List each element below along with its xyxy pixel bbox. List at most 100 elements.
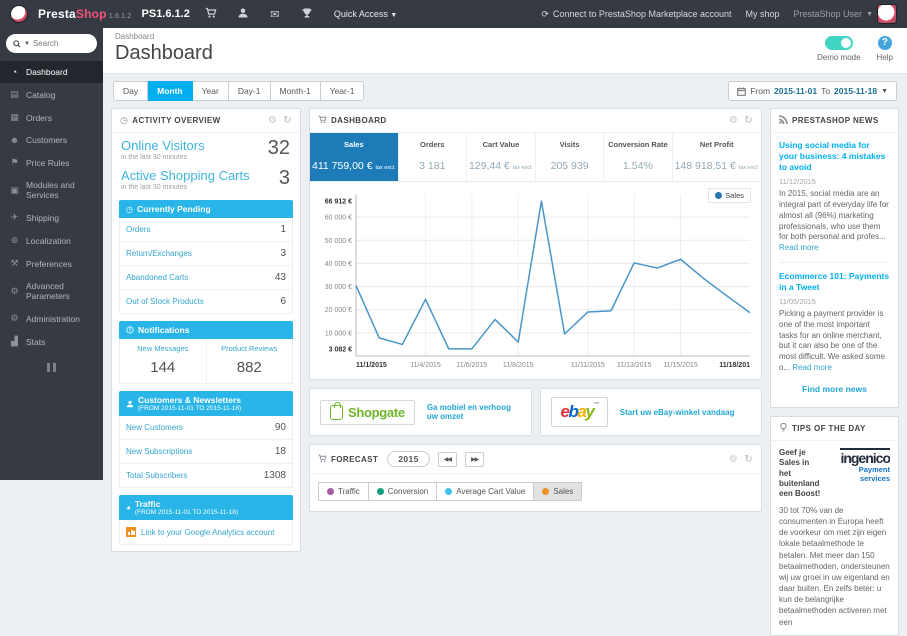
search-type-caret[interactable]: ▼ <box>24 41 30 47</box>
employee-icon[interactable] <box>232 7 254 22</box>
range-month-button[interactable]: Month <box>148 81 193 101</box>
help-icon[interactable]: ? <box>878 36 892 50</box>
kpi-orders[interactable]: Orders3 181 <box>399 133 467 181</box>
pending-row-orders: Orders1 <box>120 218 292 242</box>
article-title-link[interactable]: Ecommerce 101: Payments in a Tweet <box>779 271 890 293</box>
panel-refresh-icon[interactable]: ↻ <box>744 454 753 465</box>
sidebar-item-shipping[interactable]: ✈Shipping <box>0 206 103 229</box>
traffic-section: ◕ Traffic (FROM 2015-11-01 TO 2015-11-18… <box>119 495 293 545</box>
google-analytics-link[interactable]: Link to your Google Analytics account <box>119 520 293 545</box>
svg-text:30 000 €: 30 000 € <box>325 284 352 291</box>
date-range-picker[interactable]: From2015-11-01 To2015-11-18 ▼ <box>728 81 897 101</box>
demo-mode-toggle[interactable] <box>825 36 853 50</box>
kpi-net-profit[interactable]: Net Profit148 918,51 € tax excl. <box>673 133 761 181</box>
sidebar-item-advanced-parameters[interactable]: ⚙Advanced Parameters <box>0 275 103 307</box>
news-panel-title: PRESTASHOP NEWS <box>792 116 879 125</box>
active-carts-value: 3 <box>279 167 290 190</box>
sidebar-item-dashboard[interactable]: ◔Dashboard <box>0 61 103 83</box>
row-new-customers: New Customers90 <box>120 416 292 440</box>
sidebar-item-catalog[interactable]: ▤Catalog <box>0 83 103 106</box>
sidebar-item-localization[interactable]: ⊕Localization <box>0 229 103 252</box>
cart-icon[interactable] <box>200 7 222 22</box>
brand-shop: Shop <box>76 7 107 21</box>
forecast-legend-average-cart-value[interactable]: Average Cart Value <box>437 482 534 501</box>
product-reviews-link[interactable]: Product Reviews <box>209 344 291 353</box>
date-range-toolbar: Day Month Year Day-1 Month-1 Year-1 From… <box>103 74 907 106</box>
breadcrumb[interactable]: Dashboard <box>115 32 895 41</box>
dashboard-icon: ◔ <box>9 67 20 77</box>
search-input[interactable] <box>33 39 89 48</box>
activity-overview-panel: ◷ ACTIVITY OVERVIEW ⚙↻ Online Visitors i… <box>111 108 301 552</box>
forecast-prev-button[interactable]: ◀◀ <box>438 452 457 467</box>
user-menu[interactable]: PrestaShop User ▼ <box>794 4 897 24</box>
sidebar-item-modules[interactable]: ▣Modules and Services <box>0 174 103 206</box>
read-more-link[interactable]: Read more <box>792 363 832 372</box>
pending-row-abandoned-carts: Abandoned Carts43 <box>120 266 292 290</box>
panel-settings-icon[interactable]: ⚙ <box>268 115 277 126</box>
range-day-button[interactable]: Day <box>113 81 148 101</box>
panel-settings-icon[interactable]: ⚙ <box>729 454 738 465</box>
cogs-icon: ⚙ <box>9 286 20 297</box>
new-messages-link[interactable]: New Messages <box>122 344 204 353</box>
active-carts-metric: Active Shopping Carts in the last 30 min… <box>112 163 300 193</box>
forecast-legend-sales[interactable]: Sales <box>534 482 582 501</box>
quick-access-menu[interactable]: Quick Access ▼ <box>334 9 397 19</box>
my-shop-link[interactable]: My shop <box>746 9 780 19</box>
read-more-link[interactable]: Read more <box>779 243 819 252</box>
notifications-section: Notifications New Messages 144 Product R… <box>119 321 293 384</box>
sidebar-item-preferences[interactable]: ⚒Preferences <box>0 252 103 275</box>
tip-body: 30 tot 70% van de consumenten in Europa … <box>779 505 890 628</box>
find-more-news-link[interactable]: Find more news <box>779 384 890 394</box>
brand-presta: Presta <box>38 7 76 21</box>
forecast-legend-conversion[interactable]: Conversion <box>369 482 437 501</box>
sidebar-item-administration[interactable]: ⚙Administration <box>0 307 103 330</box>
panel-refresh-icon[interactable]: ↻ <box>283 115 292 126</box>
forecast-next-button[interactable]: ▶▶ <box>465 452 484 467</box>
forecast-legend-traffic[interactable]: Traffic <box>318 482 369 501</box>
kpi-sales[interactable]: Sales411 759,00 € tax excl. <box>310 133 399 181</box>
sidebar-item-orders[interactable]: ▦Orders <box>0 106 103 129</box>
sidebar-item-stats[interactable]: ▟Stats <box>0 330 103 353</box>
shopgate-link[interactable]: Ga mobiel en verhoog uw omzet <box>427 403 521 421</box>
online-visitors-link[interactable]: Online Visitors <box>121 138 291 153</box>
forecast-panel-title: FORECAST <box>331 455 378 464</box>
kpi-cart-value[interactable]: Cart Value129,44 € tax excl. <box>467 133 536 181</box>
svg-text:3 082 €: 3 082 € <box>329 346 352 353</box>
messages-icon[interactable]: ✉ <box>264 8 286 21</box>
sidebar-collapse-button[interactable] <box>42 363 62 372</box>
range-button-group: Day Month Year Day-1 Month-1 Year-1 <box>113 81 364 101</box>
range-month1-button[interactable]: Month-1 <box>271 81 321 101</box>
sidebar-search[interactable]: ▼ <box>6 34 97 53</box>
ebay-link[interactable]: Start uw eBay-winkel vandaag <box>620 408 735 417</box>
active-carts-link[interactable]: Active Shopping Carts <box>121 168 291 183</box>
panel-settings-icon[interactable]: ⚙ <box>729 115 738 126</box>
chevron-down-icon: ▼ <box>881 88 888 95</box>
calendar-icon <box>737 87 746 96</box>
news-article: Using social media for your business: 4 … <box>779 140 890 254</box>
svg-text:11/1/2015: 11/1/2015 <box>356 362 387 369</box>
range-day1-button[interactable]: Day-1 <box>229 81 271 101</box>
customers-newsletters-section: Customers & Newsletters (FROM 2015-11-01… <box>119 391 293 488</box>
svg-text:11/4/2015: 11/4/2015 <box>410 362 441 369</box>
sidebar-item-customers[interactable]: ☻Customers <box>0 129 103 151</box>
kpi-strip: Sales411 759,00 € tax excl. Orders3 181 … <box>310 133 761 182</box>
brand-version: 1.6.1.2 <box>109 13 132 20</box>
sales-legend-dot <box>715 192 722 199</box>
trophy-icon[interactable] <box>296 7 318 22</box>
ingenico-logo: ingenico Paymentservices <box>824 448 890 483</box>
marketplace-link[interactable]: ⟳ Connect to PrestaShop Marketplace acco… <box>541 9 731 20</box>
range-year-button[interactable]: Year <box>193 81 229 101</box>
new-messages-cell: New Messages 144 <box>120 339 207 383</box>
user-avatar <box>877 4 897 24</box>
kpi-visits[interactable]: Visits205 939 <box>536 133 604 181</box>
svg-text:11/6/2015: 11/6/2015 <box>457 362 488 369</box>
forecast-year[interactable]: 2015 <box>387 451 430 467</box>
activity-panel-title: ACTIVITY OVERVIEW <box>132 116 220 125</box>
customers-icon: ☻ <box>9 135 20 145</box>
article-title-link[interactable]: Using social media for your business: 4 … <box>779 140 890 173</box>
sidebar-item-price-rules[interactable]: ⚑Price Rules <box>0 151 103 174</box>
activity-icon: ◷ <box>120 115 128 126</box>
kpi-conversion-rate[interactable]: Conversion Rate1.54% <box>604 133 672 181</box>
range-year1-button[interactable]: Year-1 <box>321 81 365 101</box>
panel-refresh-icon[interactable]: ↻ <box>744 115 753 126</box>
